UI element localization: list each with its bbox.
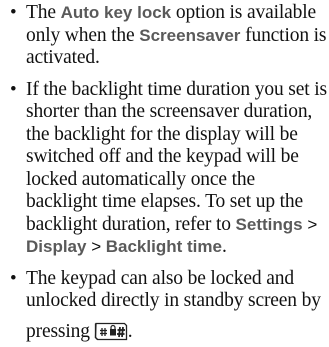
menu-separator: > — [91, 237, 101, 256]
document-page: • The Auto key lock option is available … — [0, 0, 329, 342]
note-text: The — [26, 2, 61, 23]
menu-path-backlight-time: Backlight time — [105, 237, 222, 256]
ui-term-screensaver: Screensaver — [139, 25, 241, 45]
note-text: The keypad can also be locked and unlock… — [26, 267, 321, 312]
bullet: • — [10, 2, 17, 23]
hash-key-lock-icon — [94, 322, 128, 341]
bullet: • — [10, 78, 17, 100]
menu-path-display: Display — [26, 237, 87, 256]
note-text: . — [221, 236, 227, 257]
menu-path-settings: Settings — [235, 214, 303, 234]
note-text: pressing — [26, 320, 90, 342]
notes-list: • The Auto key lock option is available … — [0, 2, 329, 343]
ui-term-auto-key-lock: Auto key lock — [60, 3, 172, 22]
list-item: • The Auto key lock option is available … — [0, 2, 329, 70]
list-item: • If the backlight time duration you set… — [0, 79, 329, 259]
bullet: • — [10, 267, 17, 289]
menu-separator: > — [307, 214, 318, 234]
note-text: . — [127, 320, 133, 342]
note-text: If the backlight time duration you set i… — [26, 78, 327, 235]
